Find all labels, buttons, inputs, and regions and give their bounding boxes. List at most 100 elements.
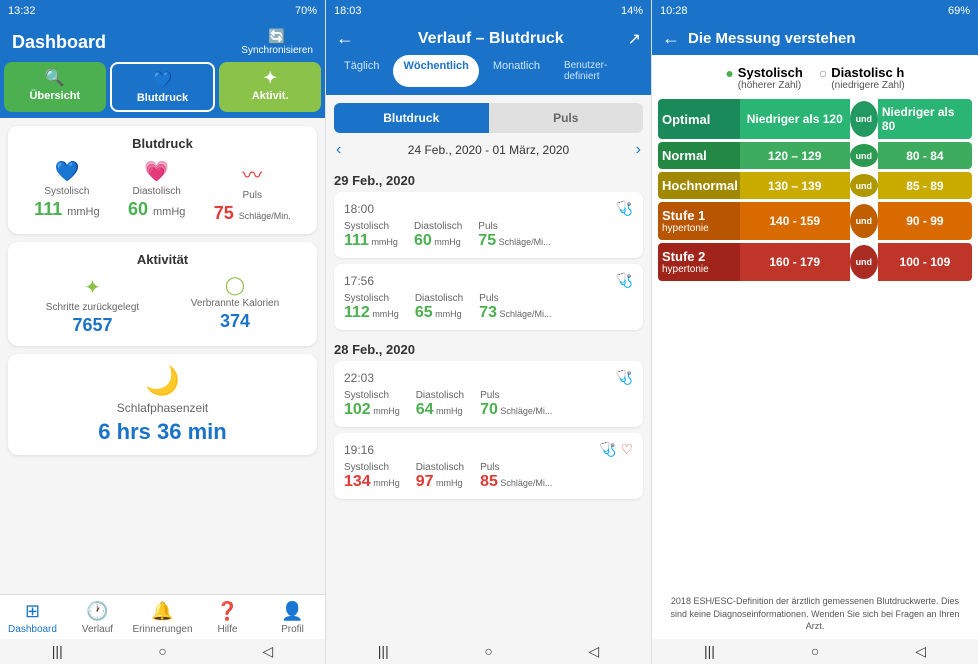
- reading-puls-3: Puls 70 Schläge/Mi...: [480, 390, 552, 419]
- date-prev-button[interactable]: ‹: [336, 141, 341, 159]
- period-tab-taeglich[interactable]: Täglich: [334, 55, 389, 87]
- diastolisch-value: 60 mmHg: [128, 199, 185, 220]
- time-1: 13:32: [8, 5, 36, 17]
- bp-row-stufe2: Stufe 2 hypertonie 160 - 179 und 100 - 1…: [658, 243, 972, 281]
- tab-uebersicht-label: Übersicht: [29, 90, 80, 102]
- reading-card-2[interactable]: 17:56 🩺 Systolisch 112 mmHg Diastolisch …: [334, 264, 643, 330]
- kalorien-value: 374: [220, 311, 250, 332]
- legend-diastolisch-dot: ○: [819, 65, 827, 81]
- sys-menu-3: |||: [704, 643, 715, 660]
- bp-legend: ● Systolisch (höherer Zahl) ○ Diastolisc…: [652, 55, 978, 95]
- bp-row-stufe1: Stufe 1 hypertonie 140 - 159 und 90 - 99: [658, 202, 972, 240]
- legend-systolisch-sub: (höherer Zahl): [738, 80, 803, 91]
- verlauf-share-icon[interactable]: ↗: [628, 29, 641, 49]
- reading-time-row-1: 18:00 🩺: [344, 200, 633, 217]
- sys-back-2[interactable]: ◁: [588, 643, 599, 660]
- reading-time-row-3: 22:03 🩺: [344, 369, 633, 386]
- aktivitaet-icon: ✦: [263, 68, 276, 88]
- tab-aktivitaet[interactable]: ✦ Aktivit.: [219, 62, 321, 112]
- aktivitaet-metrics: ✦ Schritte zurückgelegt 7657 ◯ Verbrannt…: [20, 275, 305, 336]
- reading-sys-4: Systolisch 134 mmHg: [344, 462, 400, 491]
- reading-card-4[interactable]: 19:16 🩺 ♡ Systolisch 134 mmHg Diastolisc…: [334, 433, 643, 499]
- bp-sys-normal: 120 – 129: [740, 142, 850, 169]
- reading-metrics-1: Systolisch 111 mmHg Diastolisch 60 mmHg …: [344, 221, 633, 250]
- reading-card-3[interactable]: 22:03 🩺 Systolisch 102 mmHg Diastolisch …: [334, 361, 643, 427]
- nav-dashboard-label: Dashboard: [8, 624, 57, 635]
- sys-home-3[interactable]: ○: [811, 643, 819, 660]
- blutdruck-card-title: Blutdruck: [20, 136, 305, 151]
- type-tab-puls[interactable]: Puls: [489, 103, 644, 133]
- period-tab-monatlich[interactable]: Monatlich: [483, 55, 550, 87]
- date-label-1: 29 Feb., 2020: [334, 167, 643, 192]
- legend-systolisch-dot: ●: [725, 65, 733, 81]
- date-nav: ‹ 24 Feb., 2020 - 01 März, 2020 ›: [326, 137, 651, 163]
- sys-menu-1: |||: [52, 643, 63, 660]
- nav-dashboard[interactable]: ⊞ Dashboard: [0, 601, 65, 635]
- sys-home-1[interactable]: ○: [158, 643, 166, 660]
- type-tabs: Blutdruck Puls: [334, 103, 643, 133]
- nav-hilfe-icon: ❓: [216, 601, 238, 622]
- schritte-label: Schritte zurückgelegt: [46, 302, 139, 313]
- schlaf-card: 🌙 Schlafphasenzeit 6 hrs 36 min: [8, 354, 317, 455]
- reading-dia-3: Diastolisch 64 mmHg: [416, 390, 464, 419]
- reading-icons-1: 🩺: [616, 200, 633, 217]
- bp-table: Optimal Niedriger als 120 und Niedriger …: [652, 95, 978, 589]
- sys-back-1[interactable]: ◁: [262, 643, 273, 660]
- schlaf-value: 6 hrs 36 min: [98, 419, 226, 445]
- bp-and-optimal: und: [850, 101, 878, 137]
- messung-header: ← Die Messung verstehen: [652, 22, 978, 55]
- bp-sys-hochnormal: 130 – 139: [740, 172, 850, 199]
- bottom-nav: ⊞ Dashboard 🕐 Verlauf 🔔 Erinnerungen ❓ H…: [0, 594, 325, 639]
- aktivitaet-card: Aktivität ✦ Schritte zurückgelegt 7657 ◯…: [8, 242, 317, 346]
- bp-sys-optimal: Niedriger als 120: [740, 99, 850, 139]
- bp-label-hochnormal: Hochnormal: [658, 172, 740, 199]
- system-bar-3: ||| ○ ◁: [652, 639, 978, 664]
- sys-back-3[interactable]: ◁: [915, 643, 926, 660]
- panel-verlauf: 18:03 14% ← Verlauf – Blutdruck ↗ Täglic…: [326, 0, 652, 664]
- battery-2: 14%: [621, 5, 643, 17]
- battery-1: 70%: [295, 5, 317, 17]
- reading-metrics-3: Systolisch 102 mmHg Diastolisch 64 mmHg …: [344, 390, 633, 419]
- kalorien-label: Verbrannte Kalorien: [191, 298, 279, 309]
- tab-uebersicht[interactable]: 🔍 Übersicht: [4, 62, 106, 112]
- system-bar-1: ||| ○ ◁: [0, 639, 325, 664]
- system-bar-2: ||| ○ ◁: [326, 639, 651, 664]
- nav-profil[interactable]: 👤 Profil: [260, 601, 325, 635]
- period-tab-woechentlich[interactable]: Wöchentlich: [393, 55, 478, 87]
- nav-hilfe[interactable]: ❓ Hilfe: [195, 601, 260, 635]
- bp-row-hochnormal: Hochnormal 130 – 139 und 85 - 89: [658, 172, 972, 199]
- verlauf-title: Verlauf – Blutdruck: [418, 30, 564, 48]
- diastolisch-icon: 💗: [144, 159, 169, 184]
- verlauf-back-icon[interactable]: ←: [336, 28, 354, 49]
- tab-blutdruck[interactable]: 💙 Blutdruck: [110, 62, 216, 112]
- bp-label-optimal: Optimal: [658, 99, 740, 139]
- aktivitaet-card-title: Aktivität: [20, 252, 305, 267]
- legend-systolisch: ● Systolisch (höherer Zahl): [725, 65, 803, 91]
- bp-and-hochnormal: und: [850, 174, 878, 197]
- type-tab-blutdruck[interactable]: Blutdruck: [334, 103, 489, 133]
- messung-back-icon[interactable]: ←: [662, 28, 680, 49]
- legend-systolisch-label: Systolisch: [738, 65, 803, 80]
- dashboard-header: Dashboard 🔄 Synchronisieren: [0, 22, 325, 62]
- sync-button[interactable]: 🔄 Synchronisieren: [241, 28, 313, 56]
- uebersicht-icon: 🔍: [45, 68, 65, 88]
- bp-dia-hochnormal: 85 - 89: [878, 172, 972, 199]
- diastolisch-metric: 💗 Diastolisch 60 mmHg: [128, 159, 185, 220]
- reading-dia-4: Diastolisch 97 mmHg: [416, 462, 464, 491]
- reading-time-3: 22:03: [344, 371, 374, 385]
- nav-dashboard-icon: ⊞: [25, 601, 40, 622]
- nav-verlauf[interactable]: 🕐 Verlauf: [65, 601, 130, 635]
- nav-verlauf-label: Verlauf: [82, 624, 113, 635]
- reading-card-1[interactable]: 18:00 🩺 Systolisch 111 mmHg Diastolisch …: [334, 192, 643, 258]
- sys-home-2[interactable]: ○: [484, 643, 492, 660]
- period-tab-benutzerdefiniert[interactable]: Benutzer­definiert: [554, 55, 643, 87]
- date-next-button[interactable]: ›: [636, 141, 641, 159]
- bp-sys-stufe2: 160 - 179: [740, 243, 850, 281]
- status-bar-2: 18:03 14%: [326, 0, 651, 22]
- legend-diastolisch-sub: (niedrigere Zahl): [831, 80, 904, 91]
- bp-sys-stufe1: 140 - 159: [740, 202, 850, 240]
- time-3: 10:28: [660, 5, 688, 17]
- schritte-value: 7657: [72, 315, 112, 336]
- nav-erinnerungen[interactable]: 🔔 Erinnerungen: [130, 601, 195, 635]
- kalorien-metric: ◯ Verbrannte Kalorien 374: [191, 275, 279, 332]
